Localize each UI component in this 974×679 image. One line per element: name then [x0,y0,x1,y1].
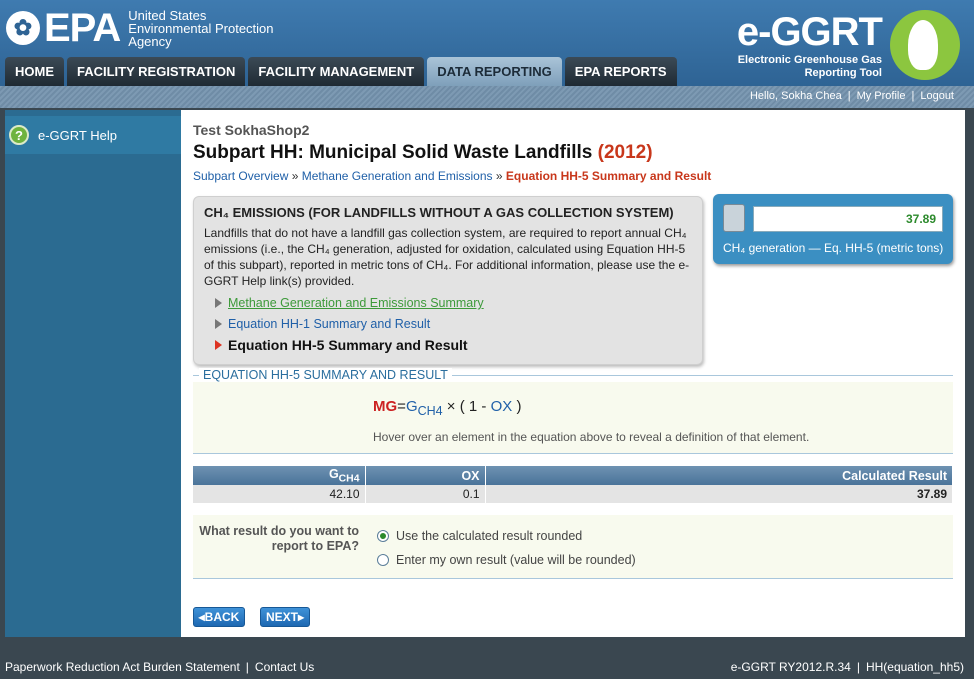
tab-data-reporting[interactable]: DATA REPORTING [427,57,562,86]
option-enter-own[interactable]: Enter my own result (value will be round… [377,553,636,567]
agency-line-2: Environmental Protection [128,20,274,36]
footer-separator: | [856,660,860,674]
calculator-icon [723,204,745,232]
choice-question: What result do you want to report to EPA… [199,524,359,553]
main-content: Test SokhaShop2 Subpart HH: Municipal So… [181,110,965,637]
equation-open: ( 1 - [459,398,487,415]
eggrt-wordmark: e-GGRT [736,10,883,54]
sidebar: ? e-GGRT Help [5,110,181,637]
hover-hint: Hover over an element in the equation ab… [373,430,810,444]
breadcrumb-separator: » [291,169,299,183]
footer: Paperwork Reduction Act Burden Statement… [0,655,974,679]
header-banner: ✿ EPA United States Environmental Protec… [0,0,974,86]
radio-enter-own[interactable] [377,554,389,566]
user-greeting: Hello, Sokha Chea [749,90,842,102]
equation-equals: = [397,398,406,415]
my-profile-link[interactable]: My Profile [857,90,906,102]
user-link-separator: | [847,90,851,102]
tab-facility-registration[interactable]: FACILITY REGISTRATION [67,57,246,86]
option-label: Use the calculated result rounded [396,529,583,543]
equation-mg[interactable]: MG [373,398,397,415]
equation-gch4[interactable]: GCH4 [405,398,443,418]
step-arrow-icon [215,298,222,308]
info-text: Landfills that do not have a landfill ga… [204,226,690,288]
breadcrumb-methane-generation[interactable]: Methane Generation and Emissions [302,169,493,183]
epa-wordmark: EPA [44,6,121,50]
cell-ox: 0.1 [365,485,486,503]
info-title: CH₄ EMISSIONS (FOR LANDFILLS WITHOUT A G… [204,205,674,220]
section-title: EQUATION HH-5 SUMMARY AND RESULT [199,368,452,382]
result-table: GCH4 OX Calculated Result 42.10 0.1 37.8… [193,466,953,503]
section-divider: EQUATION HH-5 SUMMARY AND RESULT [193,368,953,382]
breadcrumb-separator: » [495,169,503,183]
eggrt-subtitle-line-2: Reporting Tool [804,67,882,79]
help-icon: ? [9,125,29,145]
tab-facility-management[interactable]: FACILITY MANAGEMENT [248,57,425,86]
equation: MG=GCH4 × ( 1 - OX ) [373,398,521,418]
next-button[interactable]: NEXT▸ [260,607,310,627]
step-hh1-summary[interactable]: Equation HH-1 Summary and Result [215,317,430,331]
cell-gch4: 42.10 [193,485,366,503]
paperwork-link[interactable]: Paperwork Reduction Act Burden Statement [5,660,240,674]
back-button[interactable]: ◂BACK [193,607,245,627]
equation-g-subscript: CH4 [417,404,443,418]
user-links: Hello, Sokha Chea | My Profile | Logout [750,90,954,102]
step-label: Equation HH-1 Summary and Result [228,317,431,331]
sidebar-item-label: e-GGRT Help [38,127,117,143]
step-arrow-icon [215,319,222,329]
equation-g: G [405,398,418,415]
breadcrumb: Subpart Overview » Methane Generation an… [193,169,711,183]
user-bar: Hello, Sokha Chea | My Profile | Logout [0,86,974,108]
current-step-arrow-icon [215,340,222,350]
agency-line-1: United States [128,7,207,23]
epa-flower-icon: ✿ [6,11,40,45]
cell-calculated-result: 37.89 [485,485,953,503]
eggrt-subtitle-line-1: Electronic Greenhouse Gas [737,54,882,66]
equation-ox[interactable]: OX [491,398,513,415]
agency-name: United States Environmental Protection A… [128,9,273,48]
column-header-gch4: GCH4 [193,466,366,485]
tab-epa-reports[interactable]: EPA REPORTS [564,57,677,86]
column-header-calculated-result: Calculated Result [485,466,953,485]
result-label: CH₄ generation — Eq. HH-5 (metric tons) [723,241,944,255]
table-row: 42.10 0.1 37.89 [193,485,953,503]
radio-use-calculated[interactable] [377,530,389,542]
logout-link[interactable]: Logout [920,90,954,102]
page-id-label: HH(equation_hh5) [865,660,964,674]
footer-separator: | [245,660,249,674]
contact-us-link[interactable]: Contact Us [255,660,314,674]
main-nav: HOME FACILITY REGISTRATION FACILITY MANA… [5,57,680,86]
facility-name: Test SokhaShop2 [193,122,310,138]
agency-line-3: Agency [128,33,172,49]
column-header-ox: OX [365,466,486,485]
option-label: Enter my own result (value will be round… [396,553,636,567]
page-title: Subpart HH: Municipal Solid Waste Landfi… [193,142,653,164]
step-label: Equation HH-5 Summary and Result [228,337,468,353]
table-header-row: GCH4 OX Calculated Result [193,466,953,485]
breadcrumb-current: Equation HH-5 Summary and Result [505,169,712,183]
equation-area: MG=GCH4 × ( 1 - OX ) Hover over an eleme… [193,382,953,454]
footer-links: Paperwork Reduction Act Burden Statement… [5,660,314,674]
step-label: Methane Generation and Emissions Summary [228,296,484,310]
report-choice-area: What result do you want to report to EPA… [193,515,953,579]
egret-bird-icon [890,10,960,80]
breadcrumb-subpart-overview[interactable]: Subpart Overview [193,169,288,183]
version-label: e-GGRT RY2012.R.34 [730,660,851,674]
equation-times: × [446,398,456,415]
tab-home[interactable]: HOME [5,57,64,86]
eggrt-subtitle: Electronic Greenhouse Gas Reporting Tool [738,54,882,80]
result-value: 37.89 [753,206,943,232]
epa-logo[interactable]: ✿ EPA United States Environmental Protec… [6,8,274,48]
footer-version-info: e-GGRT RY2012.R.34 | HH(equation_hh5) [731,660,964,674]
eggrt-logo: e-GGRT Electronic Greenhouse Gas Reporti… [730,8,960,84]
step-hh5-summary-current: Equation HH-5 Summary and Result [215,337,468,353]
option-use-calculated[interactable]: Use the calculated result rounded [377,529,582,543]
reporting-year: (2012) [597,142,653,163]
page-title-text: Subpart HH: Municipal Solid Waste Landfi… [193,142,593,163]
result-summary-box: 37.89 CH₄ generation — Eq. HH-5 (metric … [713,194,953,264]
equation-close: ) [516,398,522,415]
step-methane-summary[interactable]: Methane Generation and Emissions Summary [215,296,484,310]
user-link-separator: | [911,90,915,102]
sidebar-item-help[interactable]: ? e-GGRT Help [5,116,181,154]
